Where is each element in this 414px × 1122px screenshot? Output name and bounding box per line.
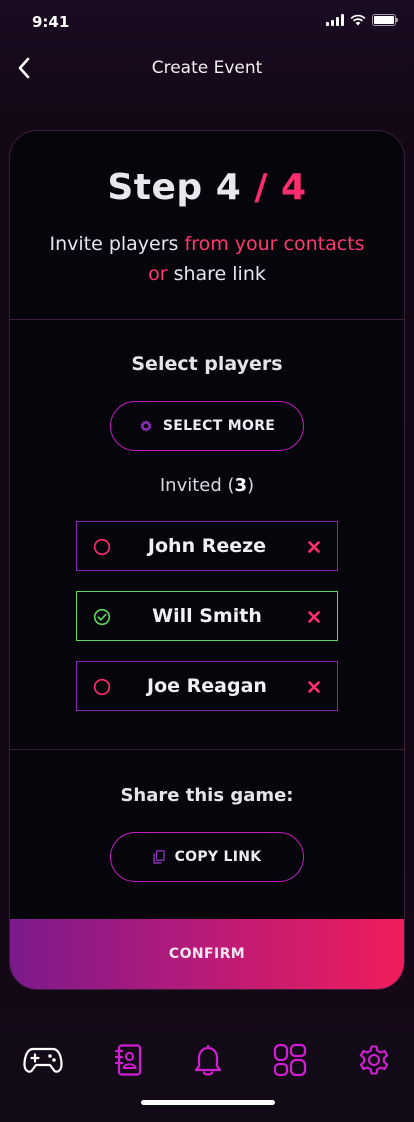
- copy-link-label: COPY LINK: [174, 849, 262, 865]
- radio-unchecked-icon[interactable]: [93, 538, 111, 556]
- invited-count: Invited (3): [10, 475, 404, 496]
- confirm-button[interactable]: CONFIRM: [10, 919, 404, 989]
- status-time: 9:41: [32, 13, 70, 31]
- player-name: Joe Reagan: [147, 675, 267, 697]
- invite-subtitle: Invite players from your contacts or sha…: [30, 229, 384, 289]
- select-players-title: Select players: [131, 353, 283, 375]
- wifi-icon: [350, 14, 366, 26]
- tab-notifications[interactable]: [188, 1040, 228, 1080]
- gamepad-icon: [23, 1047, 63, 1073]
- status-icons: [326, 14, 398, 26]
- close-icon: [308, 681, 320, 693]
- tab-dashboard[interactable]: [270, 1040, 310, 1080]
- home-indicator: [141, 1100, 275, 1105]
- nav-bar: Create Event: [0, 48, 414, 88]
- page-title: Create Event: [151, 58, 263, 78]
- battery-icon: [372, 14, 398, 26]
- remove-player-button[interactable]: [303, 676, 325, 698]
- step-current: 4: [215, 167, 242, 208]
- step-total: 4: [281, 167, 307, 208]
- tab-contacts[interactable]: [108, 1040, 148, 1080]
- event-card: Step 4 / 4 Invite players from your cont…: [9, 130, 405, 990]
- share-game-title: Share this game:: [120, 785, 294, 806]
- step-separator: /: [254, 167, 268, 208]
- player-row[interactable]: Will Smith: [76, 591, 338, 641]
- step-label: Step: [107, 167, 216, 208]
- copy-link-button[interactable]: COPY LINK: [110, 832, 304, 882]
- contacts-link[interactable]: from your contacts: [184, 233, 364, 255]
- remove-player-button[interactable]: [303, 606, 325, 628]
- confirm-label: CONFIRM: [168, 946, 246, 962]
- check-circle-icon[interactable]: [93, 608, 111, 626]
- player-name: Will Smith: [152, 605, 262, 627]
- player-name: John Reeze: [147, 535, 267, 557]
- subtitle-or: or: [148, 263, 168, 285]
- tab-settings[interactable]: [354, 1040, 394, 1080]
- invited-suffix: ): [247, 475, 255, 496]
- gear-small-icon: [140, 420, 152, 432]
- close-icon: [308, 611, 320, 623]
- divider: [10, 319, 404, 320]
- share-link-text: share link: [167, 263, 266, 285]
- copy-icon: [152, 850, 165, 864]
- settings-icon: [359, 1045, 389, 1075]
- select-more-label: SELECT MORE: [162, 418, 276, 434]
- dashboard-icon: [273, 1043, 307, 1077]
- tab-bar: [0, 1030, 414, 1122]
- player-row[interactable]: Joe Reagan: [76, 661, 338, 711]
- tab-games[interactable]: [22, 1040, 64, 1080]
- invited-number: 3: [234, 475, 248, 496]
- contacts-icon: [114, 1044, 142, 1076]
- player-row[interactable]: John Reeze: [76, 521, 338, 571]
- select-more-button[interactable]: SELECT MORE: [110, 401, 304, 451]
- bell-icon: [194, 1045, 222, 1076]
- invited-label: Invited (: [159, 475, 235, 496]
- divider: [10, 749, 404, 750]
- subtitle-part-1: Invite players: [49, 233, 185, 255]
- cellular-signal-icon: [326, 14, 344, 26]
- close-icon: [308, 541, 320, 553]
- status-bar: 9:41: [0, 0, 414, 44]
- radio-unchecked-icon[interactable]: [93, 678, 111, 696]
- step-indicator: Step 4 / 4: [10, 167, 404, 208]
- remove-player-button[interactable]: [303, 536, 325, 558]
